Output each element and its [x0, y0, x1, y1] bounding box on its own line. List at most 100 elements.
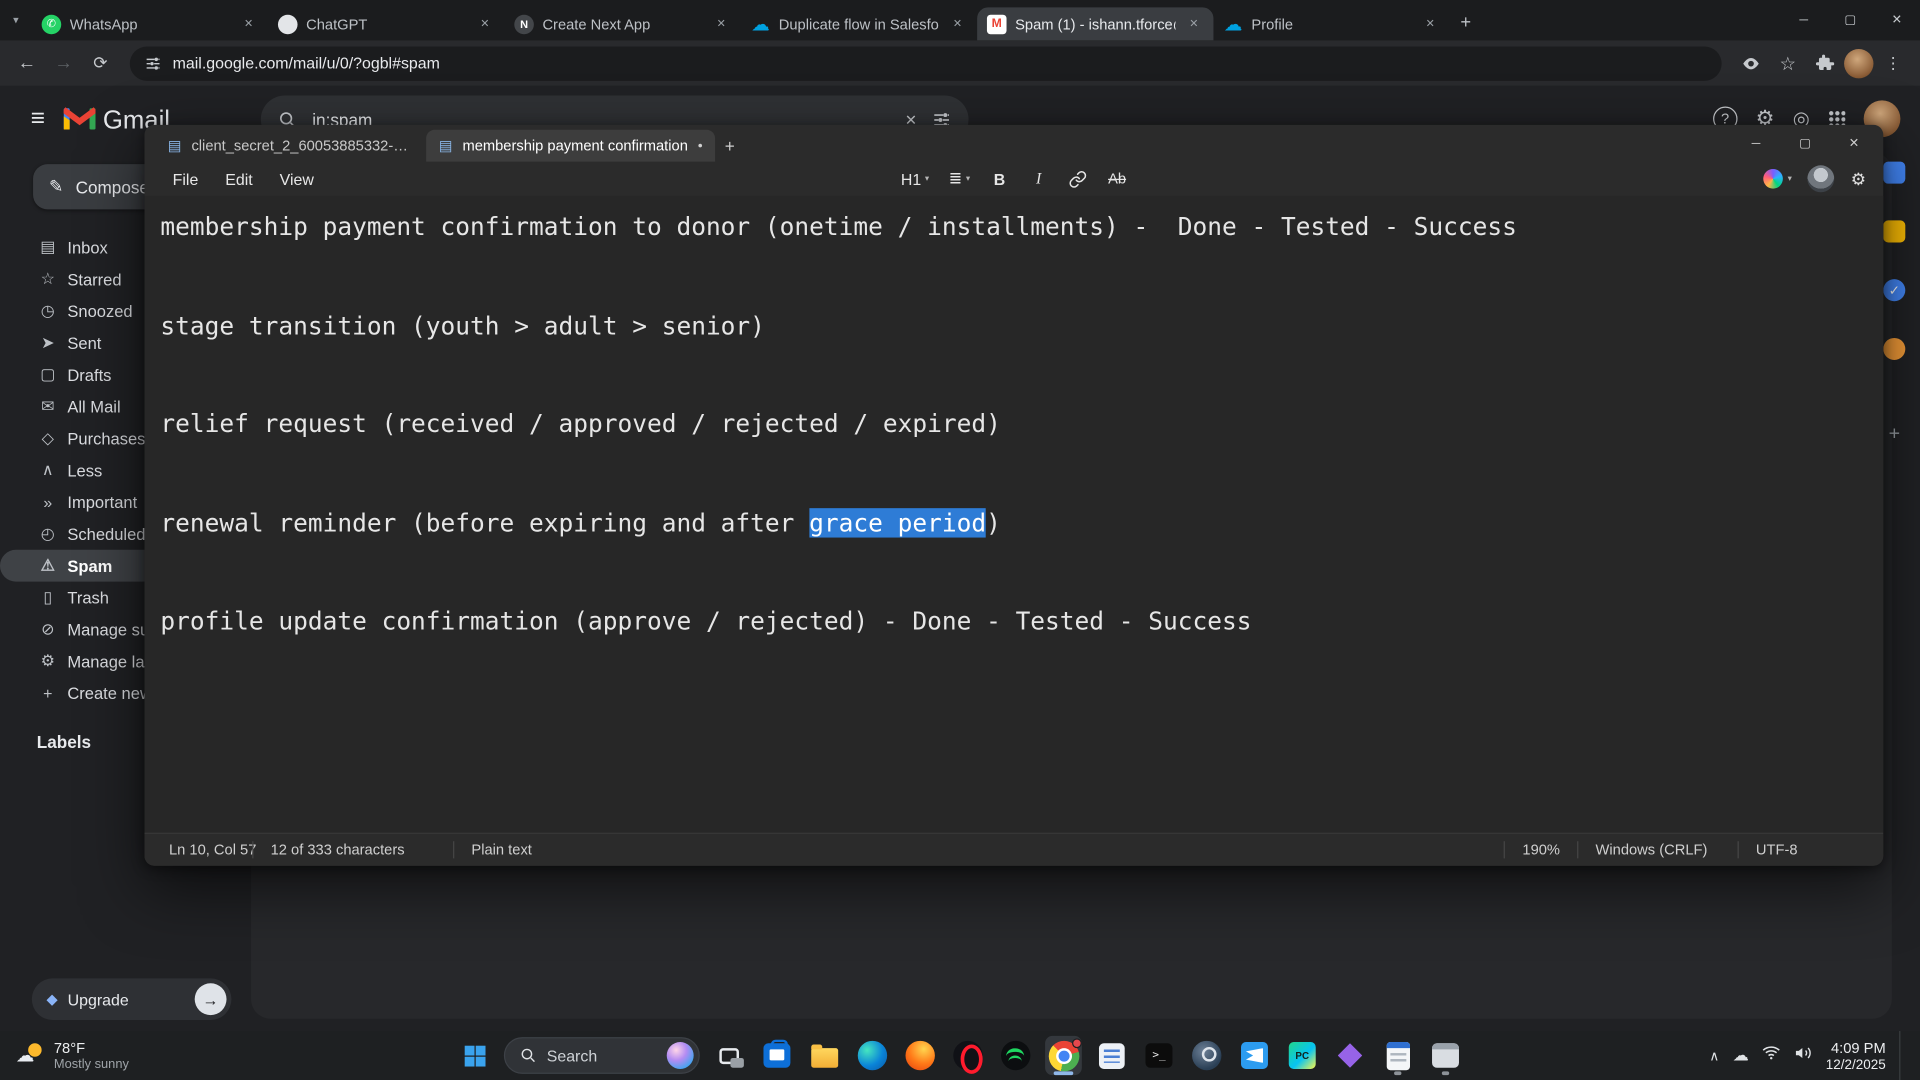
copilot-icon	[1763, 168, 1783, 189]
taskbar-search[interactable]: Search	[503, 1037, 700, 1074]
extensions-puzzle-icon[interactable]	[1807, 46, 1841, 80]
firefox-button[interactable]	[902, 1036, 939, 1075]
clear-formatting-button[interactable]: Ab	[1102, 164, 1131, 193]
open-window-button[interactable]	[1427, 1036, 1464, 1076]
trash-icon: ▯	[43, 587, 53, 607]
onedrive-cloud-icon[interactable]: ☁	[1733, 1046, 1749, 1066]
browser-tab-create-next-app[interactable]: N Create Next App ✕	[504, 7, 740, 40]
close-tab-icon[interactable]: ✕	[475, 14, 495, 34]
spotify-button[interactable]	[997, 1036, 1034, 1075]
notepad-tab-bar: ▤ client_secret_2_60053885332-2reqe52rri…	[144, 125, 1883, 162]
gmail-hamburger-menu[interactable]: ≡	[22, 103, 54, 135]
taskbar-center: Search >_ PC	[456, 1031, 1464, 1080]
volume-icon[interactable]	[1794, 1044, 1812, 1067]
maximize-button[interactable]: ▢	[1780, 125, 1829, 162]
notepad-settings-gear-icon[interactable]: ⚙	[1851, 168, 1866, 189]
taskbar-clock[interactable]: 4:09 PM 12/2/2025	[1826, 1039, 1886, 1072]
selected-text: grace period	[809, 507, 987, 538]
editor[interactable]: membership payment confirmation to donor…	[144, 195, 1884, 833]
close-tab-icon[interactable]: ✕	[948, 14, 968, 34]
site-settings-icon[interactable]	[144, 54, 161, 71]
get-addons-icon[interactable]: +	[1883, 424, 1905, 446]
close-tab-icon[interactable]: ✕	[1420, 14, 1440, 34]
close-tab-icon[interactable]: ✕	[239, 14, 259, 34]
tab-search-chevron-icon[interactable]: ▾	[0, 0, 32, 40]
address-bar[interactable]: mail.google.com/mail/u/0/?ogbl#spam	[129, 45, 1722, 81]
star-icon: ☆	[40, 269, 55, 288]
show-desktop-button[interactable]	[1899, 1031, 1905, 1080]
notepad-window: ▤ client_secret_2_60053885332-2reqe52rri…	[144, 124, 1884, 866]
plus-icon: +	[1888, 423, 1901, 445]
tasks-icon[interactable]: ✓	[1883, 279, 1906, 302]
bold-button[interactable]: B	[985, 164, 1014, 193]
reload-button[interactable]: ⟳	[83, 46, 117, 80]
browser-tab-salesforce-flow[interactable]: ☁ Duplicate flow in Salesforce ✕	[741, 7, 977, 40]
keep-icon[interactable]	[1883, 220, 1906, 243]
close-button[interactable]: ✕	[1829, 125, 1878, 162]
notepad-new-tab-button[interactable]: +	[715, 131, 744, 160]
back-button[interactable]: ←	[10, 46, 44, 80]
browser-tab-chatgpt[interactable]: ChatGPT ✕	[268, 7, 504, 40]
close-tab-icon[interactable]: ✕	[1184, 14, 1204, 34]
browser-menu-kebab-icon[interactable]: ⋮	[1876, 46, 1910, 80]
insert-link-button[interactable]	[1063, 164, 1092, 193]
tab-title: Profile	[1251, 15, 1294, 33]
sidebar-item-label: All Mail	[67, 397, 121, 416]
terminal-button[interactable]: >_	[1141, 1036, 1178, 1075]
browser-tab-whatsapp[interactable]: ✆ WhatsApp ✕	[32, 7, 268, 40]
draft-icon: ▢	[40, 364, 56, 384]
weather-widget[interactable]: ☁ 78°F Mostly sunny	[5, 1035, 140, 1077]
upgrade-button[interactable]: ◆ Upgrade →	[31, 978, 232, 1020]
hidden-icons-chevron-icon[interactable]: ∧	[1709, 1048, 1719, 1064]
heading-dropdown[interactable]: H1 ▾	[896, 164, 934, 193]
task-view-button[interactable]	[711, 1036, 748, 1075]
bookmark-star-icon[interactable]: ☆	[1771, 46, 1805, 80]
italic-button[interactable]: I	[1024, 164, 1053, 193]
opera-button[interactable]	[950, 1036, 987, 1075]
editor-line: relief request (received / approved / re…	[160, 409, 1001, 439]
visual-studio-button[interactable]	[1332, 1036, 1369, 1075]
notepad-menu-bar: File Edit View H1 ▾ ≣ ▾ B I Ab ▾ ⚙	[144, 162, 1883, 196]
list-dropdown[interactable]: ≣ ▾	[944, 164, 975, 193]
contacts-icon[interactable]	[1883, 337, 1906, 360]
minimize-button[interactable]: ─	[1731, 125, 1780, 162]
close-button[interactable]: ✕	[1873, 0, 1920, 40]
steam-button[interactable]	[1188, 1036, 1225, 1075]
notepad-tab-membership[interactable]: ▤ membership payment confirmation ●	[426, 129, 716, 162]
chrome-button[interactable]	[1045, 1035, 1082, 1076]
start-button[interactable]	[456, 1036, 493, 1075]
notepad-account-avatar[interactable]	[1807, 165, 1835, 193]
browser-tab-bar: ▾ ✆ WhatsApp ✕ ChatGPT ✕ N Create Next A…	[0, 0, 1920, 41]
browser-tab-gmail-spam[interactable]: M Spam (1) - ishann.tforce@gmai ✕	[977, 7, 1214, 41]
zoom-level[interactable]: 190%	[1505, 841, 1577, 858]
notepad-tab-client-secret[interactable]: ▤ client_secret_2_60053885332-2reqe52rri…	[156, 130, 427, 162]
chevron-down-icon: ▾	[965, 175, 971, 184]
chevron-down-icon: ▾	[924, 175, 930, 184]
calendar-icon[interactable]	[1883, 161, 1906, 184]
windows-logo-icon	[464, 1045, 485, 1066]
close-tab-icon[interactable]: ✕	[711, 14, 731, 34]
maximize-button[interactable]: ▢	[1827, 0, 1874, 40]
forward-button[interactable]: →	[47, 46, 81, 80]
tab-title: Duplicate flow in Salesforce	[778, 15, 939, 33]
wifi-icon[interactable]	[1762, 1044, 1780, 1066]
menu-view[interactable]: View	[266, 166, 327, 192]
tracking-protection-eye-icon[interactable]	[1734, 46, 1768, 80]
vscode-button[interactable]	[1236, 1036, 1273, 1075]
microsoft-store-button[interactable]	[759, 1036, 796, 1075]
edge-button[interactable]	[854, 1036, 891, 1075]
file-explorer-button[interactable]	[806, 1036, 843, 1075]
menu-file[interactable]: File	[159, 166, 212, 192]
browser-tab-profile[interactable]: ☁ Profile ✕	[1213, 7, 1449, 40]
copilot-button[interactable]: ▾	[1763, 168, 1792, 189]
new-tab-button[interactable]: +	[1450, 6, 1482, 38]
menu-edit[interactable]: Edit	[212, 166, 266, 192]
search-highlight-icon	[666, 1042, 694, 1069]
desktop: ≡ Gmail in:spam ✕ ? ⚙ ◎ ✎ Compose ▤ Inbo…	[0, 0, 1920, 1080]
browser-profile-avatar[interactable]	[1844, 48, 1874, 78]
minimize-button[interactable]: ─	[1780, 0, 1827, 40]
notes-app-button[interactable]	[1093, 1036, 1130, 1075]
spam-warning-icon: ⚠	[40, 555, 55, 575]
pycharm-button[interactable]: PC	[1284, 1036, 1321, 1075]
notepad-button[interactable]	[1379, 1036, 1416, 1076]
